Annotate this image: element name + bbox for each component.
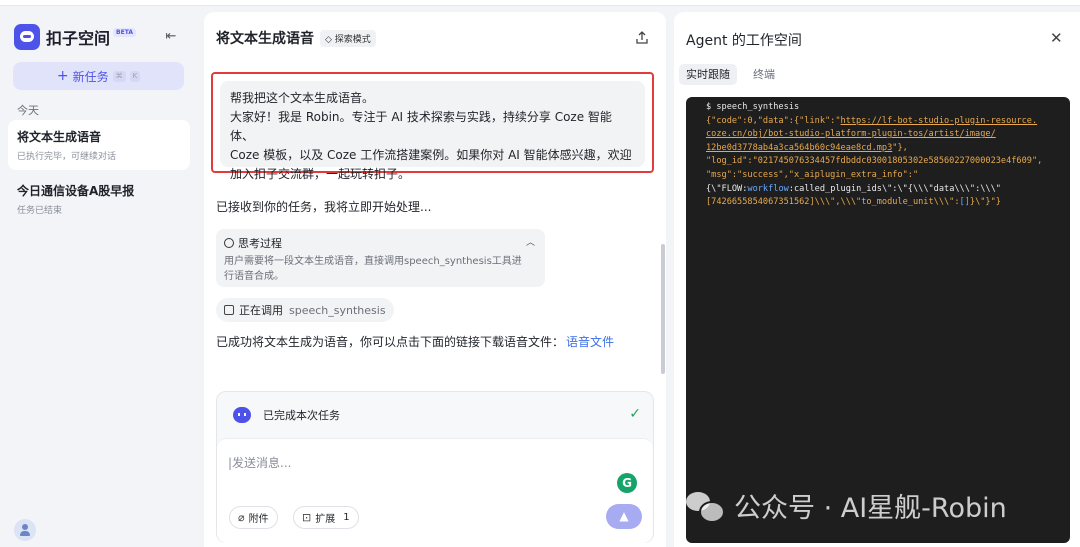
extend-count: 1 <box>343 512 350 523</box>
grammarly-icon[interactable]: G <box>617 473 637 493</box>
agent-workspace-panel: Agent 的工作空间 ✕ 实时跟随 终端 $ speech_synthesis… <box>674 12 1080 547</box>
message-input[interactable]: |发送消息... G ⌀ 附件 ⊡ 扩展 1 ▲ <box>217 438 653 543</box>
user-message-line: Coze 模板，以及 Coze 工作流搭建案例。如果你对 AI 智能体感兴趣，欢… <box>230 148 632 162</box>
brand[interactable]: 扣子空间 BETA <box>14 24 136 50</box>
mode-label: 探索模式 <box>334 34 371 45</box>
section-today: 今天 <box>17 104 39 117</box>
collapse-sidebar-icon[interactable]: ⇤ <box>163 29 179 45</box>
user-message-bubble: 帮我把这个文本生成语音。 大家好！我是 Robin。专注于 AI 技术探索与实践… <box>220 81 645 181</box>
terminal-output[interactable]: $ speech_synthesis {"code":0,"data":{"li… <box>686 97 1070 543</box>
bot-icon <box>233 407 251 423</box>
paperclip-icon: ⌀ <box>238 511 245 524</box>
chat-scrollbar[interactable] <box>661 244 665 374</box>
attach-label: 附件 <box>248 514 269 525</box>
audio-file-link[interactable]: 语音文件 <box>566 335 614 349</box>
close-icon[interactable]: ✕ <box>1050 29 1063 47</box>
task-title: 今日通信设备A股早报 <box>17 184 135 198</box>
send-arrow-icon: ▲ <box>619 509 629 523</box>
watermark: 公众号 · AI星舰-Robin <box>686 486 1007 525</box>
composer: 已完成本次任务 ✓ |发送消息... G ⌀ 附件 ⊡ 扩展 1 ▲ <box>216 391 654 543</box>
wechat-icon <box>686 490 725 523</box>
plugin-icon <box>224 305 234 315</box>
user-message-line: 加入扣子交流群，一起玩转扣子。 <box>230 167 411 181</box>
thinking-header: 思考过程 <box>224 235 537 251</box>
terminal-line: [7426655854067351562]\\\",\\\"to_module_… <box>706 197 1001 208</box>
input-placeholder: |发送消息... <box>228 456 292 470</box>
explore-mode-tag: ◇ 探索模式 <box>320 29 376 47</box>
task-status-text: 已完成本次任务 <box>263 409 340 422</box>
result-text: 已成功将文本生成为语音，你可以点击下面的链接下载语音文件： <box>216 335 565 349</box>
user-avatar[interactable] <box>14 519 36 541</box>
watermark-text: 公众号 · AI星舰-Robin <box>734 493 1007 524</box>
brand-name: 扣子空间 <box>46 29 111 48</box>
terminal-line: 12be0d3778ab4a3ca564b60c94eae8cd.mp3"}, <box>706 142 908 153</box>
task-subtitle: 任务已结束 <box>17 206 63 216</box>
extension-icon: ⊡ <box>302 511 312 524</box>
beta-badge: BETA <box>113 27 136 37</box>
ack-message: 已接收到你的任务，我将立即开始处理... <box>216 200 432 214</box>
thinking-panel[interactable]: 思考过程 ︿ 用户需要将一段文本生成语音，直接调用speech_synthesi… <box>216 229 545 287</box>
send-button[interactable]: ▲ <box>606 504 642 529</box>
agent-title: Agent 的工作空间 <box>686 33 802 49</box>
chat-title: 将文本生成语音 <box>216 31 314 47</box>
user-message-highlight: 帮我把这个文本生成语音。 大家好！我是 Robin。专注于 AI 技术探索与实践… <box>211 72 654 181</box>
attach-button[interactable]: ⌀ 附件 <box>229 506 278 529</box>
new-task-label: 新任务 <box>72 69 109 84</box>
terminal-line: "msg":"success","x_aiplugin_extra_info":… <box>706 169 919 180</box>
task-status-row: 已完成本次任务 ✓ <box>217 392 655 438</box>
terminal-line: coze.cn/obj/bot-studio-platform-plugin-t… <box>706 128 1062 142</box>
shortcut-key: ⌘ <box>112 70 126 82</box>
lightbulb-icon <box>224 238 234 248</box>
share-icon[interactable] <box>634 30 650 46</box>
tool-name: speech_synthesis <box>289 303 386 317</box>
task-title: 将文本生成语音 <box>17 130 102 144</box>
new-task-button[interactable]: + 新任务 ⌘ K <box>13 62 184 90</box>
chat-header: 将文本生成语音 ◇ 探索模式 <box>216 28 376 48</box>
thinking-line: 行语音合成。 <box>224 271 284 282</box>
shield-icon: ◇ <box>325 34 332 45</box>
thinking-body: 用户需要将一段文本生成语音，直接调用speech_synthesis工具进 行语… <box>224 254 537 284</box>
check-icon: ✓ <box>629 406 641 422</box>
audio-url-link[interactable]: 12be0d3778ab4a3ca564b60c94eae8cd.mp3 <box>706 143 892 153</box>
user-message-line: 帮我把这个文本生成语音。 <box>230 91 375 105</box>
task-item-stock-report[interactable]: 今日通信设备A股早报 任务已结束 <box>8 174 190 224</box>
terminal-line: "log_id":"021745076334457fdbddc030018053… <box>706 156 1043 167</box>
plus-icon: + <box>56 68 69 84</box>
terminal-line: {"code":0,"data":{"link":"https://lf-bot… <box>706 115 1038 126</box>
task-subtitle: 已执行完毕，可继续对话 <box>17 152 117 162</box>
audio-url-link[interactable]: https://lf-bot-studio-plugin-resource. <box>841 116 1038 126</box>
chevron-up-icon[interactable]: ︿ <box>526 235 535 248</box>
tool-call-status[interactable]: 正在调用 speech_synthesis <box>216 298 394 322</box>
audio-url-link[interactable]: coze.cn/obj/bot-studio-platform-plugin-t… <box>706 129 996 139</box>
extend-button[interactable]: ⊡ 扩展 1 <box>293 506 359 529</box>
extend-label: 扩展 <box>315 514 336 525</box>
user-message-line: 大家好！我是 Robin。专注于 AI 技术探索与实践，持续分享 Coze 智能… <box>230 110 612 143</box>
terminal-line: {\"FLOW:workflow:called_plugin_ids\":\"{… <box>706 183 1001 194</box>
logo-icon <box>14 24 40 50</box>
shortcut-key: K <box>129 70 141 82</box>
tab-live-follow[interactable]: 实时跟随 <box>679 64 737 85</box>
calling-label: 正在调用 <box>239 304 283 317</box>
thinking-line: 用户需要将一段文本生成语音，直接调用speech_synthesis工具进 <box>224 256 522 267</box>
tab-terminal[interactable]: 终端 <box>746 64 782 85</box>
result-message: 已成功将文本生成为语音，你可以点击下面的链接下载语音文件： 语音文件 <box>216 333 614 350</box>
task-item-text-to-speech[interactable]: 将文本生成语音 已执行完毕，可继续对话 <box>8 120 190 170</box>
sidebar: 扣子空间 BETA ⇤ + 新任务 ⌘ K 今天 将文本生成语音 已执行完毕，可… <box>0 6 198 547</box>
terminal-command: $ speech_synthesis <box>706 102 800 112</box>
thinking-label: 思考过程 <box>238 237 282 250</box>
chat-panel: 将文本生成语音 ◇ 探索模式 帮我把这个文本生成语音。 大家好！我是 Robin… <box>204 12 666 547</box>
